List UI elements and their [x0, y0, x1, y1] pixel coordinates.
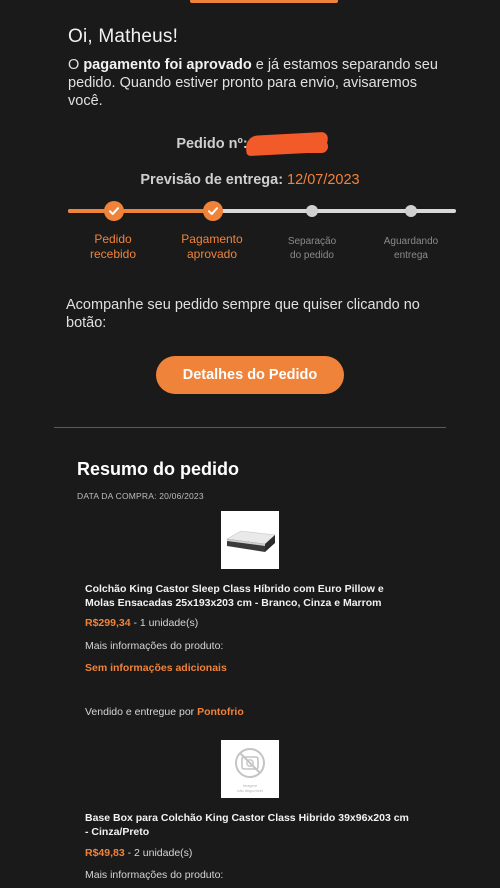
- no-additional-info: Sem informações adicionais: [85, 662, 227, 674]
- step-approved-check-icon: [203, 201, 223, 221]
- product-name[interactable]: Colchão King Castor Sleep Class Híbrido …: [85, 582, 415, 610]
- step-label-line: recebido: [89, 247, 137, 261]
- progress-fill: [68, 209, 213, 213]
- price-line: R$49,83 - 2 unidade(s): [85, 847, 192, 859]
- purchase-date: DATA DA COMPRA: 20/06/2023: [77, 491, 204, 501]
- step-label-received: Pedido recebido: [68, 232, 158, 262]
- step-label-approved: Pagamento aprovado: [167, 232, 257, 262]
- svg-text:não disponível: não disponível: [237, 788, 263, 793]
- more-info-label: Mais informações do produto:: [85, 869, 224, 881]
- follow-text: Acompanhe seu pedido sempre que quiser c…: [66, 297, 420, 331]
- product-name[interactable]: Base Box para Colchão King Castor Class …: [85, 811, 415, 839]
- product-price: R$49,83: [85, 847, 125, 859]
- more-info-label: Mais informações do produto:: [85, 640, 224, 652]
- greeting: Oi, Matheus!: [68, 26, 179, 47]
- step-label-line: Separação: [287, 236, 337, 247]
- price-line: R$299,34 - 1 unidade(s): [85, 617, 198, 629]
- section-divider: [54, 427, 446, 428]
- seller-store-link[interactable]: Pontofrio: [197, 706, 244, 718]
- order-number-label: Pedido nº:: [176, 136, 248, 152]
- top-accent-bar: [190, 0, 338, 3]
- intro-bold: pagamento foi aprovado: [83, 57, 252, 73]
- step-awaiting-dot: [405, 205, 417, 217]
- step-label-line: do pedido: [290, 250, 334, 261]
- step-label-line: entrega: [394, 250, 428, 261]
- delivery-date: 12/07/2023: [287, 172, 360, 188]
- step-separation-dot: [306, 205, 318, 217]
- mattress-image[interactable]: [221, 511, 279, 569]
- seller-prefix: Vendido e entregue por: [85, 706, 198, 718]
- intro-prefix: O: [68, 57, 84, 73]
- step-received-check-icon: [104, 201, 124, 221]
- seller-line: Vendido e entregue por Pontofrio: [85, 706, 244, 718]
- intro-text: O pagamento foi aprovado e já estamos se…: [68, 56, 438, 110]
- delivery-label: Previsão de entrega:: [140, 172, 284, 188]
- image-unavailable[interactable]: Imagem não disponível: [221, 740, 279, 798]
- order-details-button[interactable]: Detalhes do Pedido: [156, 356, 344, 394]
- step-label-awaiting: Aguardando entrega: [366, 235, 456, 263]
- product-quantity: - 2 unidade(s): [124, 847, 193, 859]
- step-label-separation: Separação do pedido: [267, 235, 357, 263]
- summary-title: Resumo do pedido: [77, 459, 239, 479]
- product-quantity: - 1 unidade(s): [130, 617, 199, 629]
- step-label-line: Pedido: [94, 232, 132, 246]
- step-label-line: Aguardando: [383, 236, 439, 247]
- step-label-line: Pagamento: [181, 232, 243, 246]
- product-price: R$299,34: [85, 617, 131, 629]
- delivery-forecast: Previsão de entrega: 12/07/2023: [0, 172, 500, 188]
- step-label-line: aprovado: [186, 247, 238, 261]
- redacted-order-number-tail: [298, 140, 328, 153]
